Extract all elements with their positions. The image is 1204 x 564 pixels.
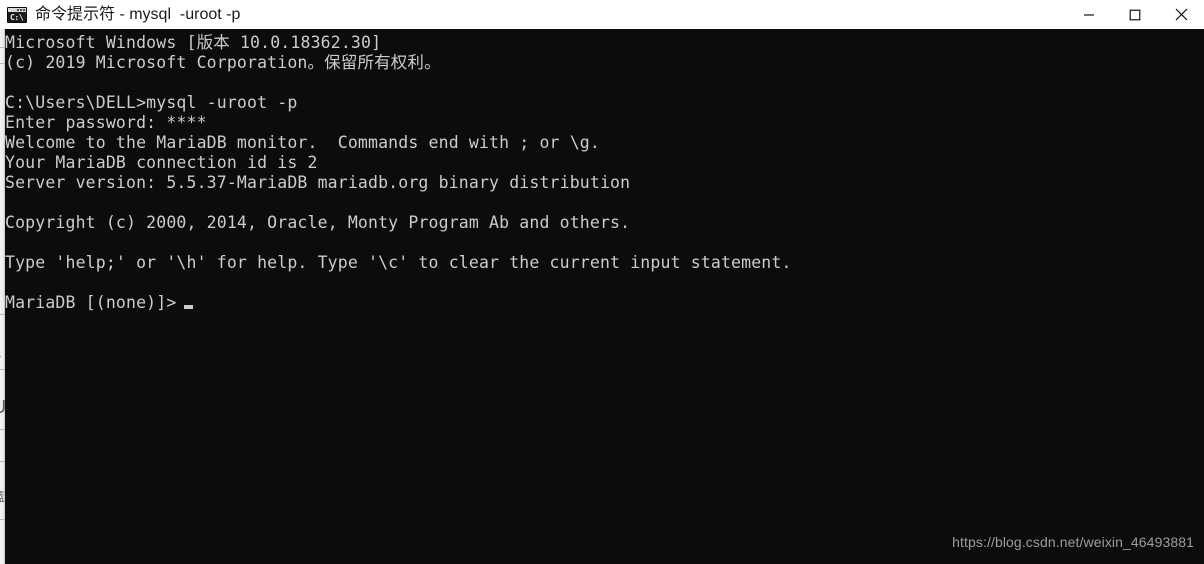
minimize-icon xyxy=(1084,13,1094,16)
window-controls[interactable] xyxy=(1066,0,1204,29)
console-line: Server version: 5.5.37-MariaDB mariadb.o… xyxy=(5,173,631,192)
mariadb-prompt: MariaDB [(none)]> xyxy=(5,293,177,312)
text-cursor xyxy=(184,305,194,309)
console-line: Copyright (c) 2000, 2014, Oracle, Monty … xyxy=(5,213,631,232)
close-button[interactable] xyxy=(1158,0,1204,29)
console-output-area[interactable]: Microsoft Windows [版本 10.0.18362.30] (c)… xyxy=(5,29,1204,564)
console-line: Microsoft Windows [版本 10.0.18362.30] xyxy=(5,33,382,52)
maximize-icon xyxy=(1129,9,1141,20)
window-title: 命令提示符 - mysql -uroot -p xyxy=(35,6,241,23)
console-line: Enter password: **** xyxy=(5,113,207,132)
console-line: C:\Users\DELL>mysql -uroot -p xyxy=(5,93,298,112)
screen: \ ⌐ S U ⌐ 蓝 ⌐ C:\ 命令提示符 - mysql -uroot -… xyxy=(0,0,1204,564)
minimize-button[interactable] xyxy=(1066,0,1112,29)
maximize-button[interactable] xyxy=(1112,0,1158,29)
window-titlebar[interactable]: C:\ 命令提示符 - mysql -uroot -p xyxy=(0,0,1204,29)
console-line: Welcome to the MariaDB monitor. Commands… xyxy=(5,133,600,152)
console-line: Type 'help;' or '\h' for help. Type '\c'… xyxy=(5,253,792,272)
console-line: (c) 2019 Microsoft Corporation。保留所有权利。 xyxy=(5,53,441,72)
bg-fragment: S xyxy=(0,349,1,361)
titlebar-left[interactable]: C:\ 命令提示符 - mysql -uroot -p xyxy=(0,0,1066,29)
close-icon xyxy=(1175,8,1187,21)
cmd-prompt-icon: C:\ xyxy=(7,6,27,23)
console-prompt-line[interactable]: MariaDB [(none)]> xyxy=(5,293,1204,313)
watermark-url: https://blog.csdn.net/weixin_46493881 xyxy=(952,534,1194,550)
console-line: Your MariaDB connection id is 2 xyxy=(5,153,318,172)
icon-prompt-glyph: C:\ xyxy=(10,12,24,22)
console-lines: Microsoft Windows [版本 10.0.18362.30] (c)… xyxy=(5,33,1204,313)
